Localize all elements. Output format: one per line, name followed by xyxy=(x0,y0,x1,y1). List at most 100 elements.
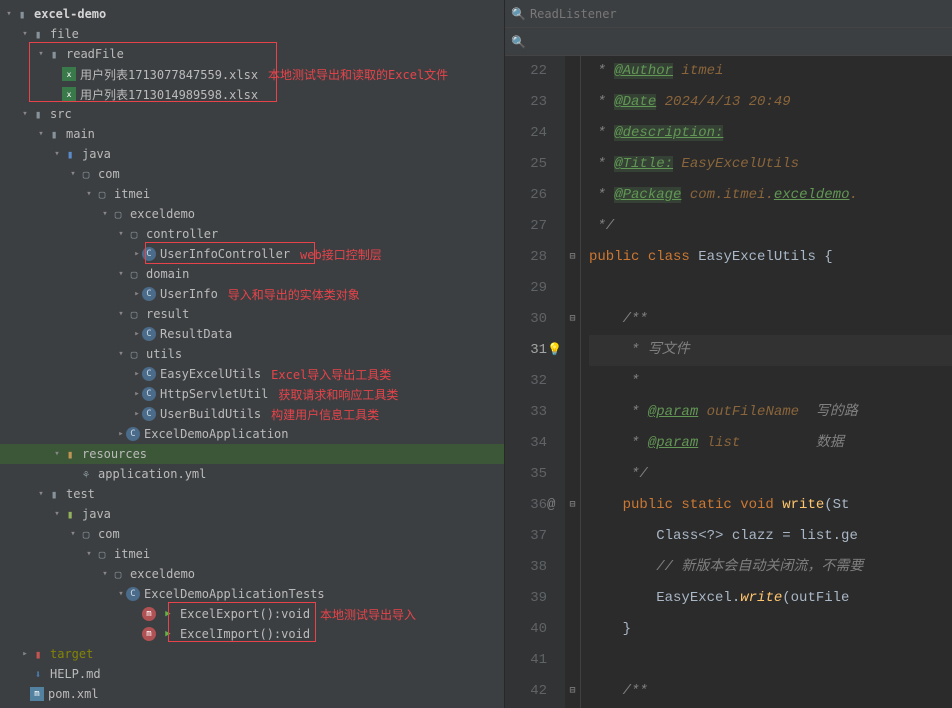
annotation-text: Excel导入导出工具类 xyxy=(271,366,391,383)
tree-item[interactable]: ▾ ▢ itmei xyxy=(0,184,504,204)
class-icon: C xyxy=(126,587,140,601)
tree-file[interactable]: ▸ C EasyExcelUtils Excel导入导出工具类 xyxy=(0,364,504,384)
tree-file[interactable]: x 用户列表1713077847559.xlsx 本地测试导出和读取的Excel… xyxy=(0,64,504,84)
run-icon: ▶ xyxy=(160,626,176,642)
folder-icon: ▮ xyxy=(62,146,78,162)
tree-item[interactable]: ▸ ▮ target xyxy=(0,644,504,664)
maven-icon: m xyxy=(30,687,44,701)
search-bar-top[interactable]: 🔍 ReadListener xyxy=(505,0,952,28)
chevron-down-icon: ▾ xyxy=(100,209,110,219)
project-tree[interactable]: ▾ ▮ excel-demo ▾ ▮ file ▾ ▮ readFile x 用… xyxy=(0,0,505,708)
class-icon: C xyxy=(142,247,156,261)
package-icon: ▢ xyxy=(78,526,94,542)
md-icon: ⬇ xyxy=(30,666,46,682)
code-area[interactable]: * @Author itmei * @Date 2024/4/13 20:49 … xyxy=(581,56,952,708)
tree-file[interactable]: ▸ C ExcelDemoApplication xyxy=(0,424,504,444)
tree-file[interactable]: ▾ C ExcelDemoApplicationTests xyxy=(0,584,504,604)
method-icon: m xyxy=(142,627,156,641)
tree-item[interactable]: ▾ ▢ itmei xyxy=(0,544,504,564)
class-icon: C xyxy=(126,427,140,441)
package-icon: ▢ xyxy=(78,166,94,182)
annotation-text: 本地测试导出导入 xyxy=(320,606,416,623)
chevron-down-icon: ▾ xyxy=(116,309,126,319)
tree-root[interactable]: ▾ ▮ excel-demo xyxy=(0,4,504,24)
file-label: ResultData xyxy=(160,327,232,341)
tree-file[interactable]: ▸ C UserBuildUtils 构建用户信息工具类 xyxy=(0,404,504,424)
project-name: excel-demo xyxy=(34,7,106,21)
tree-item[interactable]: ▾ ▢ utils xyxy=(0,344,504,364)
chevron-right-icon: ▸ xyxy=(20,649,30,659)
method-label: ExcelImport():void xyxy=(180,627,310,641)
method-label: ExcelExport():void xyxy=(180,607,310,621)
tree-item[interactable]: ▾ ▮ src xyxy=(0,104,504,124)
tree-method[interactable]: m ▶ ExcelExport():void 本地测试导出导入 xyxy=(0,604,504,624)
chevron-down-icon: ▾ xyxy=(52,509,62,519)
tree-item[interactable]: ▾ ▮ readFile xyxy=(0,44,504,64)
tree-item[interactable]: ▾ ▢ controller xyxy=(0,224,504,244)
tree-file[interactable]: ▸ C HttpServletUtil 获取请求和响应工具类 xyxy=(0,384,504,404)
folder-label: java xyxy=(82,147,111,161)
tree-item[interactable]: ▾ ▮ java xyxy=(0,504,504,524)
code-editor[interactable]: 22 23 24 25 26 27 28 29 30 💡31 32 33 34 … xyxy=(505,56,952,708)
bulb-icon[interactable]: 💡 xyxy=(547,335,562,366)
xlsx-icon: x xyxy=(62,67,76,81)
tree-item[interactable]: ▾ ▮ resources xyxy=(0,444,504,464)
chevron-down-icon: ▾ xyxy=(68,169,78,179)
folder-label: itmei xyxy=(114,547,150,561)
tree-file[interactable]: ▸ C UserInfoController web接口控制层 xyxy=(0,244,504,264)
folder-label: test xyxy=(66,487,95,501)
override-icon: @ xyxy=(547,490,555,521)
package-icon: ▢ xyxy=(94,546,110,562)
folder-label: main xyxy=(66,127,95,141)
chevron-down-icon: ▾ xyxy=(36,49,46,59)
file-label: HttpServletUtil xyxy=(160,387,268,401)
chevron-down-icon: ▾ xyxy=(4,9,14,19)
folder-label: com xyxy=(98,167,120,181)
folder-icon: ▮ xyxy=(14,6,30,22)
chevron-down-icon: ▾ xyxy=(52,149,62,159)
tree-item[interactable]: ▾ ▮ file xyxy=(0,24,504,44)
tree-item[interactable]: ▾ ▢ domain xyxy=(0,264,504,284)
tree-item[interactable]: ▾ ▢ result xyxy=(0,304,504,324)
file-label: 用户列表1713014989598.xlsx xyxy=(80,86,258,103)
folder-icon: ▮ xyxy=(30,106,46,122)
folder-icon: ▮ xyxy=(46,486,62,502)
chevron-right-icon: ▸ xyxy=(132,409,142,419)
package-icon: ▢ xyxy=(126,306,142,322)
class-icon: C xyxy=(142,387,156,401)
annotation-text: 获取请求和响应工具类 xyxy=(278,386,398,403)
tree-file[interactable]: ⚘ application.yml xyxy=(0,464,504,484)
chevron-down-icon: ▾ xyxy=(36,489,46,499)
file-label: HELP.md xyxy=(50,667,101,681)
tree-item[interactable]: ▾ ▢ exceldemo xyxy=(0,204,504,224)
folder-icon: ▮ xyxy=(62,446,78,462)
tree-file[interactable]: ▸ C ResultData xyxy=(0,324,504,344)
tree-file[interactable]: ⬇ HELP.md xyxy=(0,664,504,684)
tree-file[interactable]: m pom.xml xyxy=(0,684,504,704)
file-label: ExcelDemoApplication xyxy=(144,427,289,441)
chevron-down-icon: ▾ xyxy=(36,129,46,139)
tree-file[interactable]: ▸ C UserInfo 导入和导出的实体类对象 xyxy=(0,284,504,304)
package-icon: ▢ xyxy=(110,206,126,222)
search-bar-second[interactable]: 🔍 xyxy=(505,28,952,56)
tree-item[interactable]: ▾ ▮ test xyxy=(0,484,504,504)
tree-item[interactable]: ▾ ▢ com xyxy=(0,164,504,184)
tree-item[interactable]: ▾ ▢ com xyxy=(0,524,504,544)
package-icon: ▢ xyxy=(126,346,142,362)
folder-icon: ▮ xyxy=(62,506,78,522)
tree-item[interactable]: ▾ ▢ exceldemo xyxy=(0,564,504,584)
yml-icon: ⚘ xyxy=(78,466,94,482)
tree-item[interactable]: ▾ ▮ main xyxy=(0,124,504,144)
folder-label: itmei xyxy=(114,187,150,201)
package-icon: ▢ xyxy=(110,566,126,582)
tree-file[interactable]: x 用户列表1713014989598.xlsx xyxy=(0,84,504,104)
folder-icon: ▮ xyxy=(46,46,62,62)
tree-method[interactable]: m ▶ ExcelImport():void xyxy=(0,624,504,644)
chevron-right-icon: ▸ xyxy=(132,329,142,339)
class-icon: C xyxy=(142,287,156,301)
tree-item[interactable]: ▾ ▮ java xyxy=(0,144,504,164)
folder-label: com xyxy=(98,527,120,541)
fold-column[interactable]: ⊟⊟ ⊟ ⊟ xyxy=(565,56,581,708)
package-icon: ▢ xyxy=(94,186,110,202)
package-icon: ▢ xyxy=(126,266,142,282)
